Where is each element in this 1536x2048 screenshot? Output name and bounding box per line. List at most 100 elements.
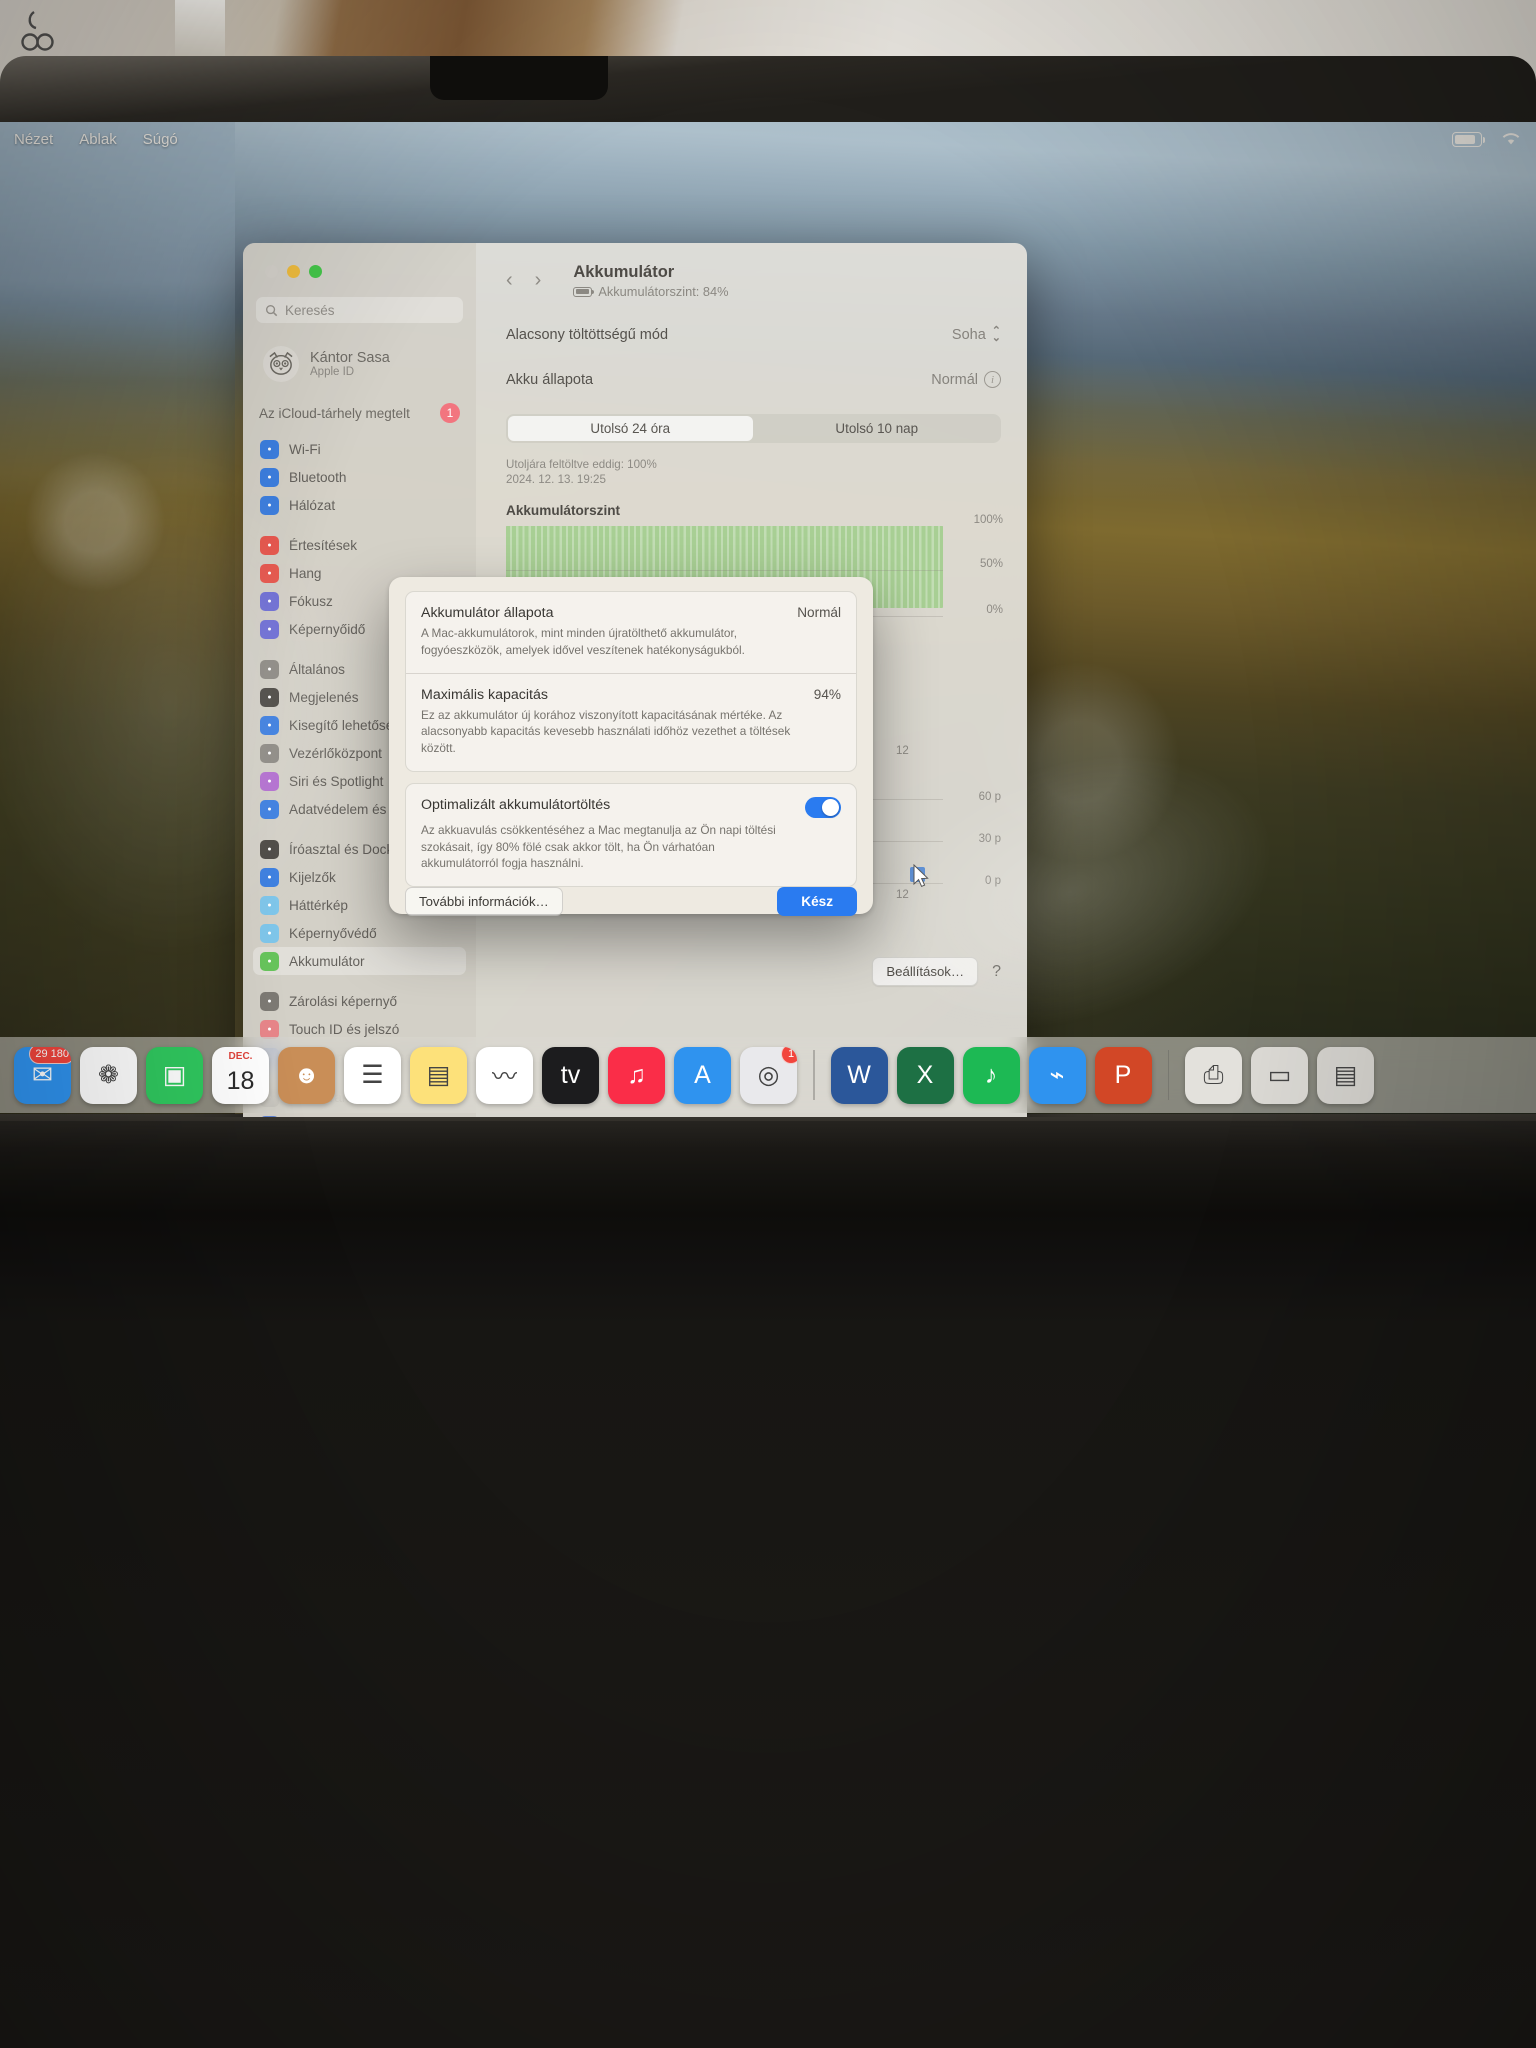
reminders-icon[interactable]: ☰ bbox=[344, 1046, 401, 1104]
wifi-icon[interactable] bbox=[1500, 131, 1522, 147]
more-info-button[interactable]: További információk… bbox=[405, 887, 563, 916]
optimized-charging-section: Optimalizált akkumulátortöltés Az akkuav… bbox=[406, 784, 856, 886]
messenger-icon[interactable]: ⌁ bbox=[1028, 1046, 1086, 1104]
avatar bbox=[263, 346, 299, 382]
info-icon[interactable]: i bbox=[984, 371, 1001, 388]
word-icon[interactable]: W bbox=[830, 1046, 888, 1104]
sidebar-item-label: Képernyőidő bbox=[289, 621, 366, 637]
battery-icon: ● bbox=[260, 951, 279, 971]
sidebar-item-label: Megjelenés bbox=[289, 689, 359, 705]
laptop-base: ☀F2⊞F3⌕F4🎤F5☾F6◅◅F7▷‖F8▻▻F9🔇F10🔉F11🔊F12 … bbox=[0, 1121, 1536, 2048]
battery-health-label: Akku állapota bbox=[506, 371, 594, 388]
search-input[interactable]: Keresés bbox=[256, 297, 463, 323]
freeform-icon-glyph: 〰 bbox=[491, 1063, 517, 1091]
chevron-left-icon[interactable]: ‹ bbox=[506, 269, 513, 292]
zoom-button[interactable] bbox=[309, 265, 322, 278]
y-tick-0: 0% bbox=[986, 604, 1003, 616]
sidebar-item--rtes-t-sek[interactable]: ● Értesítések bbox=[253, 531, 466, 559]
appearance-icon: ● bbox=[260, 687, 279, 707]
gear-icon: ● bbox=[260, 659, 279, 679]
reminders-icon-glyph: ☰ bbox=[361, 1061, 384, 1089]
battery-icon[interactable] bbox=[1452, 131, 1485, 147]
battery-health-description: A Mac-akkumulátorok, mint minden újratöl… bbox=[421, 626, 745, 657]
window-traffic-lights[interactable] bbox=[253, 243, 466, 278]
sidebar-item-h-l-zat[interactable]: ● Hálózat bbox=[253, 491, 466, 519]
appletv-icon-glyph: tv bbox=[560, 1060, 581, 1089]
bell-icon: ● bbox=[260, 535, 279, 555]
battery-level-chart-title: Akkumulátorszint bbox=[506, 503, 621, 518]
battery-health-value: Normál bbox=[931, 371, 978, 388]
low-power-mode-label: Alacsony töltöttségű mód bbox=[506, 327, 669, 343]
dock-separator bbox=[813, 1050, 815, 1100]
optimized-charging-title: Optimalizált akkumulátortöltés bbox=[421, 796, 611, 813]
safari-icon-glyph: ◎ bbox=[757, 1061, 780, 1089]
sidebar-item-akkumul-tor[interactable]: ● Akkumulátor bbox=[253, 947, 466, 975]
menu-item-window[interactable]: Ablak bbox=[79, 131, 117, 148]
contacts-icon-glyph: ☻ bbox=[293, 1060, 320, 1089]
sidebar-item-bluetooth[interactable]: ● Bluetooth bbox=[253, 463, 466, 491]
max-capacity-description: Ez az akkumulátor új korához viszonyítot… bbox=[421, 707, 791, 756]
low-power-mode-value-group[interactable]: Soha ⌃ ⌄ bbox=[952, 326, 1001, 344]
appletv-icon[interactable]: tv bbox=[542, 1046, 599, 1104]
sidebar-item-wi-fi[interactable]: ● Wi-Fi bbox=[253, 435, 466, 463]
tab-last-10-days[interactable]: Utolsó 10 nap bbox=[755, 416, 1000, 441]
sidebar-item-label: Értesítések bbox=[289, 537, 357, 553]
facetime-icon-glyph: ▣ bbox=[162, 1061, 187, 1089]
freeform-icon[interactable]: 〰 bbox=[476, 1046, 533, 1104]
downloads-icon[interactable]: ▤ bbox=[1317, 1046, 1374, 1104]
sidebar-item-label: Kijelzők bbox=[289, 869, 336, 885]
excel-icon[interactable]: X bbox=[896, 1046, 954, 1104]
powerpoint-icon[interactable]: P bbox=[1094, 1046, 1152, 1104]
hand-icon: ● bbox=[260, 799, 279, 819]
options-button[interactable]: Beállítások… bbox=[872, 957, 979, 986]
hourglass-icon: ● bbox=[260, 619, 279, 639]
printer-icon[interactable]: ⎙ bbox=[1185, 1046, 1242, 1104]
y-tick-100: 100% bbox=[973, 514, 1003, 526]
finder-window-icon[interactable]: ▭ bbox=[1251, 1046, 1308, 1104]
word-icon-glyph: W bbox=[847, 1060, 871, 1089]
battery-health-row[interactable]: Akku állapota Normál i bbox=[506, 371, 1001, 388]
menu-bar[interactable]: Nézet Ablak Súgó bbox=[0, 122, 1536, 156]
battery-health-status-value: Normál bbox=[797, 605, 841, 620]
low-power-mode-row[interactable]: Alacsony töltöttségű mód Soha ⌃ ⌄ bbox=[506, 326, 1001, 344]
safari-icon[interactable]: ◎ 1 bbox=[740, 1046, 797, 1104]
battery-health-value-group[interactable]: Normál i bbox=[931, 371, 1001, 388]
dock[interactable]: ✉ 29 180 ❁ ▣ DEC. 18 ☻ ☰ ▤ 〰 tv ♫ A ◎ 1 W X ♪ ⌁ P ⎙ ▭ ▤ bbox=[0, 1037, 1536, 1113]
max-capacity-title: Maximális kapacitás bbox=[421, 686, 548, 703]
done-button[interactable]: Kész bbox=[777, 887, 857, 916]
battery-chart-y-axis: 100% 50% 0% bbox=[957, 514, 1003, 628]
menu-item-help[interactable]: Súgó bbox=[143, 131, 178, 148]
close-button[interactable] bbox=[265, 265, 278, 278]
siri-icon: ● bbox=[260, 771, 279, 791]
optimized-charging-toggle[interactable] bbox=[805, 796, 841, 818]
apple-id-account-row[interactable]: Kántor Sasa Apple ID bbox=[256, 341, 463, 387]
mail-icon[interactable]: ✉ 29 180 bbox=[14, 1046, 71, 1104]
sidebar-item-label: Háttérkép bbox=[289, 897, 348, 913]
y-tick-60p: 60 p bbox=[978, 791, 1001, 803]
appstore-icon[interactable]: A bbox=[674, 1046, 731, 1104]
spotify-icon[interactable]: ♪ bbox=[962, 1046, 1020, 1104]
chevron-updown-icon[interactable]: ⌃ ⌄ bbox=[992, 326, 1001, 344]
minimize-button[interactable] bbox=[287, 265, 300, 278]
calendar-icon[interactable]: DEC. 18 bbox=[212, 1046, 269, 1104]
contacts-icon[interactable]: ☻ bbox=[278, 1046, 335, 1104]
chevron-right-icon[interactable]: › bbox=[535, 269, 542, 292]
sidebar-item-z-rol-si-k-perny-[interactable]: ● Zárolási képernyő bbox=[253, 987, 466, 1015]
calendar-month-label: DEC. bbox=[228, 1050, 253, 1062]
icloud-storage-notice[interactable]: Az iCloud-tárhely megtelt 1 bbox=[259, 403, 460, 423]
account-name: Kántor Sasa bbox=[310, 349, 390, 366]
notes-icon[interactable]: ▤ bbox=[410, 1046, 467, 1104]
powerpoint-icon-glyph: P bbox=[1114, 1060, 1132, 1089]
facetime-icon[interactable]: ▣ bbox=[146, 1046, 203, 1104]
time-range-segmented-control[interactable]: Utolsó 24 óra Utolsó 10 nap bbox=[506, 414, 1001, 443]
battery-level-status: Akkumulátorszint: 84% bbox=[573, 284, 729, 299]
music-icon[interactable]: ♫ bbox=[608, 1046, 665, 1104]
y-tick-50: 50% bbox=[979, 558, 1003, 570]
question-mark-icon[interactable]: ? bbox=[992, 963, 1001, 981]
sidebar-item-label: Íróasztal és Dock bbox=[289, 841, 394, 857]
sidebar-item-label: Fókusz bbox=[289, 593, 333, 609]
search-icon bbox=[265, 304, 278, 316]
photos-icon[interactable]: ❁ bbox=[80, 1046, 137, 1104]
tab-last-24-hours[interactable]: Utolsó 24 óra bbox=[508, 416, 753, 441]
menu-item-view[interactable]: Nézet bbox=[14, 131, 53, 148]
